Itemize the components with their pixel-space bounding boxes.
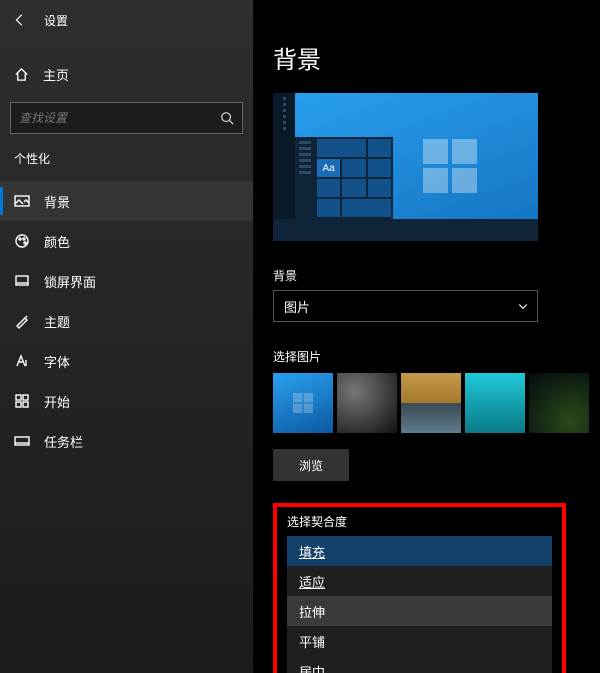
taskbar-icon [14,433,30,449]
picture-thumbnail[interactable] [465,373,525,433]
settings-sidebar: 设置 主页 个性化 背景 颜色 锁屏界面 [0,0,253,673]
picture-thumbnails [273,373,600,433]
sidebar-item-start[interactable]: 开始 [0,381,253,421]
background-type-select[interactable]: 图片 [273,290,538,322]
page-title: 背景 [273,40,600,75]
background-label: 背景 [273,267,600,284]
sidebar-item-label: 任务栏 [44,432,83,451]
fit-option-stretch[interactable]: 拉伸 [287,596,552,626]
palette-icon [14,233,30,249]
desktop-preview: Aa [273,93,538,241]
sidebar-item-label: 背景 [44,192,70,211]
search-box[interactable] [10,102,243,134]
font-icon [14,353,30,369]
chevron-down-icon [517,300,529,312]
fit-label: 选择契合度 [287,513,552,530]
sidebar-item-taskbar[interactable]: 任务栏 [0,421,253,461]
settings-main: 背景 Aa 背景 图片 选择图片 [253,0,600,673]
windows-logo-icon [423,139,477,193]
sidebar-item-label: 颜色 [44,232,70,251]
home-icon [14,67,29,82]
sidebar-item-label: 主题 [44,312,70,331]
picture-thumbnail[interactable] [529,373,589,433]
picture-thumbnail[interactable] [401,373,461,433]
fit-option-fit[interactable]: 适应 [287,566,552,596]
sidebar-item-fonts[interactable]: 字体 [0,341,253,381]
fit-option-tile[interactable]: 平铺 [287,626,552,656]
choose-picture-label: 选择图片 [273,348,600,365]
sidebar-item-label: 开始 [44,392,70,411]
sidebar-home[interactable]: 主页 [0,54,253,94]
fit-option-fill[interactable]: 填充 [287,536,552,566]
picture-icon [14,193,30,209]
back-button[interactable] [8,8,32,32]
browse-button-label: 浏览 [299,457,323,474]
picture-thumbnail[interactable] [337,373,397,433]
sidebar-item-themes[interactable]: 主题 [0,301,253,341]
search-icon [220,111,234,125]
sidebar-item-lockscreen[interactable]: 锁屏界面 [0,261,253,301]
preview-sample-tile: Aa [317,159,340,177]
search-input[interactable] [19,111,220,125]
sidebar-item-colors[interactable]: 颜色 [0,221,253,261]
window-title: 设置 [44,12,68,29]
sidebar-section-title: 个性化 [0,134,253,181]
sidebar-item-label: 字体 [44,352,70,371]
lockscreen-icon [14,273,30,289]
sidebar-home-label: 主页 [43,65,69,84]
fit-option-center[interactable]: 居中 [287,656,552,673]
sidebar-item-label: 锁屏界面 [44,272,96,291]
background-type-value: 图片 [284,297,310,316]
browse-button[interactable]: 浏览 [273,449,349,481]
fit-section-highlight: 选择契合度 填充 适应 拉伸 平铺 居中 跨区 [273,503,566,673]
arrow-left-icon [13,13,27,27]
theme-icon [14,313,30,329]
picture-thumbnail[interactable] [273,373,333,433]
fit-dropdown-list[interactable]: 填充 适应 拉伸 平铺 居中 跨区 [287,536,552,673]
sidebar-item-background[interactable]: 背景 [0,181,253,221]
start-icon [14,393,30,409]
